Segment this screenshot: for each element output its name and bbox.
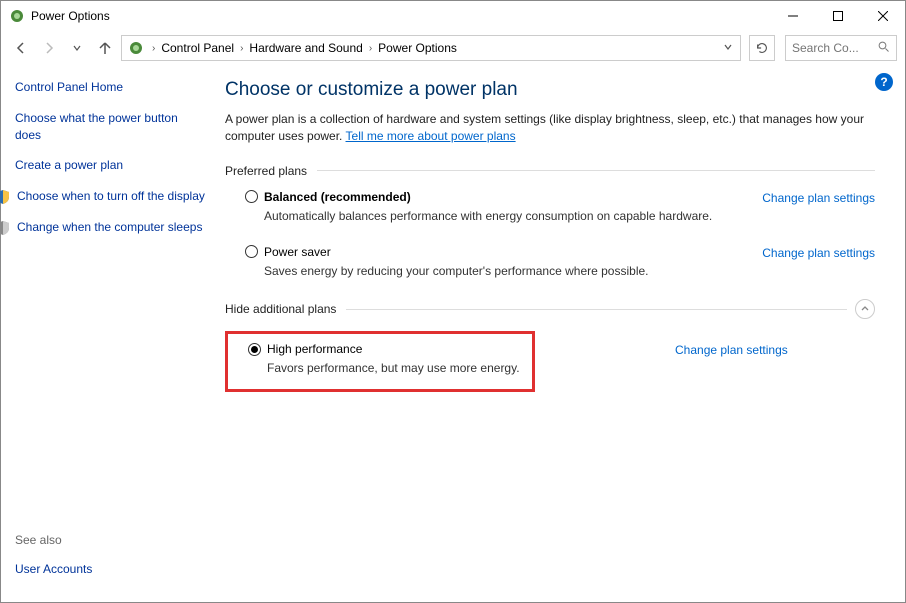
plan-balanced: Balanced (recommended) Automatically bal… (225, 190, 875, 245)
up-button[interactable] (93, 36, 117, 60)
address-dropdown[interactable] (718, 41, 738, 55)
sidebar-link-computer-sleeps[interactable]: Change when the computer sleeps (17, 219, 202, 236)
divider (346, 309, 847, 310)
nav-row: › Control Panel › Hardware and Sound › P… (1, 31, 905, 65)
breadcrumb-hardware-sound[interactable]: Hardware and Sound (247, 41, 364, 55)
sidebar-link-user-accounts[interactable]: User Accounts (15, 561, 207, 578)
search-box[interactable] (785, 35, 897, 61)
chevron-right-icon[interactable]: › (148, 43, 159, 54)
additional-plans-label: Hide additional plans (225, 302, 346, 316)
sidebar-link-turn-off-display[interactable]: Choose when to turn off the display (17, 188, 205, 205)
close-button[interactable] (860, 1, 905, 31)
title-bar: Power Options (1, 1, 905, 31)
minimize-button[interactable] (770, 1, 815, 31)
recent-dropdown[interactable] (65, 36, 89, 60)
preferred-plans-label: Preferred plans (225, 164, 317, 178)
plan-name-high: High performance (267, 342, 362, 356)
plan-saver: Power saver Saves energy by reducing you… (225, 245, 875, 300)
location-icon (128, 40, 144, 56)
highlight-box: High performance Favors performance, but… (225, 331, 535, 392)
sidebar-link-create-plan[interactable]: Create a power plan (15, 157, 207, 174)
intro-link[interactable]: Tell me more about power plans (346, 129, 516, 143)
collapse-button[interactable] (855, 299, 875, 319)
preferred-plans-header: Preferred plans (225, 164, 875, 178)
chevron-right-icon[interactable]: › (236, 43, 247, 54)
see-also-label: See also (15, 533, 207, 547)
additional-plans-header[interactable]: Hide additional plans (225, 299, 875, 319)
window-title: Power Options (31, 9, 770, 23)
plan-desc-balanced: Automatically balances performance with … (245, 208, 762, 225)
breadcrumb-control-panel[interactable]: Control Panel (159, 41, 236, 55)
content-area: Control Panel Home Choose what the power… (1, 65, 905, 602)
page-heading: Choose or customize a power plan (225, 79, 875, 101)
sidebar: Control Panel Home Choose what the power… (1, 65, 217, 602)
forward-button[interactable] (37, 36, 61, 60)
search-icon (878, 41, 890, 56)
refresh-button[interactable] (749, 35, 775, 61)
high-performance-row: High performance Favors performance, but… (225, 331, 875, 392)
control-panel-home-link[interactable]: Control Panel Home (15, 79, 207, 96)
breadcrumb-power-options[interactable]: Power Options (376, 41, 459, 55)
change-settings-balanced[interactable]: Change plan settings (762, 190, 875, 237)
maximize-button[interactable] (815, 1, 860, 31)
plan-name-balanced: Balanced (recommended) (264, 190, 411, 204)
main-panel: Choose or customize a power plan A power… (217, 65, 905, 602)
radio-balanced[interactable] (245, 190, 258, 203)
chevron-right-icon[interactable]: › (365, 43, 376, 54)
radio-high-performance[interactable] (248, 343, 261, 356)
radio-saver[interactable] (245, 245, 258, 258)
help-icon[interactable]: ? (875, 73, 893, 91)
window-controls (770, 1, 905, 31)
app-icon (9, 8, 25, 24)
back-button[interactable] (9, 36, 33, 60)
change-settings-saver[interactable]: Change plan settings (762, 245, 875, 292)
change-settings-high[interactable]: Change plan settings (675, 331, 788, 392)
plan-name-saver: Power saver (264, 245, 331, 259)
plan-desc-saver: Saves energy by reducing your computer's… (245, 263, 762, 280)
plan-desc-high: Favors performance, but may use more ene… (248, 360, 532, 377)
shield-icon (0, 220, 11, 236)
shield-icon (0, 189, 11, 205)
divider (317, 170, 875, 171)
sidebar-link-power-button[interactable]: Choose what the power button does (15, 110, 207, 144)
intro-body: A power plan is a collection of hardware… (225, 112, 864, 143)
intro-text: A power plan is a collection of hardware… (225, 111, 875, 146)
address-bar[interactable]: › Control Panel › Hardware and Sound › P… (121, 35, 741, 61)
search-input[interactable] (792, 41, 872, 55)
